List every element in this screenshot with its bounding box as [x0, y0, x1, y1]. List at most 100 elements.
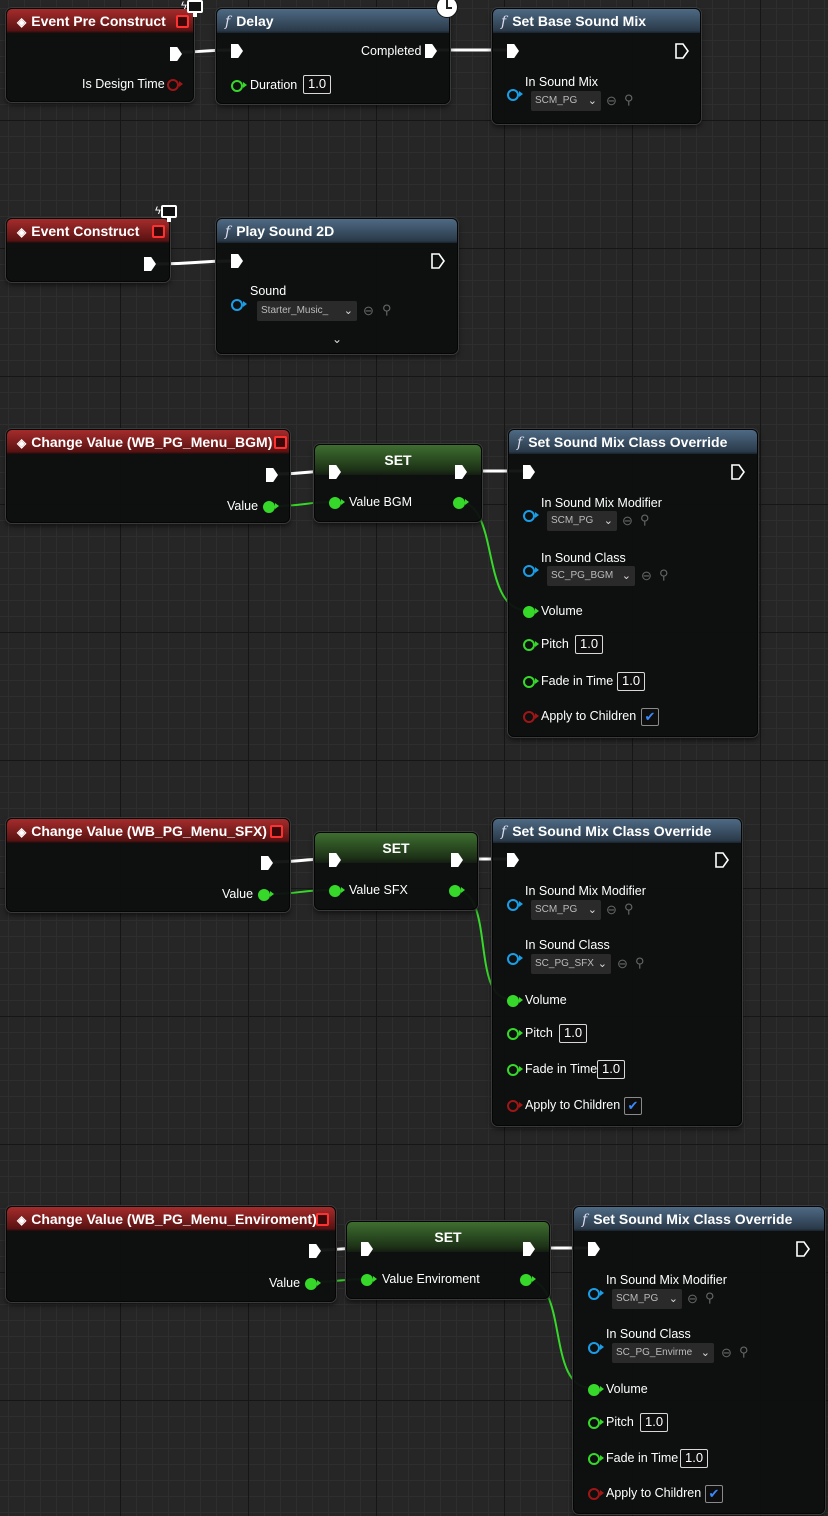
- search-icon[interactable]: ⚲: [624, 93, 634, 107]
- sound-mix-modifier-select[interactable]: SCM_PG ⌄: [612, 1289, 682, 1309]
- apply-to-children-checkbox[interactable]: ✔: [705, 1485, 723, 1503]
- delegate-square-icon[interactable]: [270, 825, 283, 838]
- exec-output-pin[interactable]: [261, 856, 273, 870]
- object-input-pin[interactable]: [523, 565, 535, 577]
- exec-output-pin[interactable]: [266, 468, 278, 482]
- float-output-pin[interactable]: [258, 889, 270, 901]
- set-sound-mix-class-override-node[interactable]: f Set Sound Mix Class Override In Sound M…: [508, 429, 758, 737]
- float-input-pin[interactable]: [329, 497, 341, 509]
- bool-input-pin[interactable]: [588, 1488, 600, 1500]
- fade-input[interactable]: 1.0: [617, 672, 646, 691]
- search-icon[interactable]: ⚲: [640, 513, 650, 527]
- set-sound-mix-class-override-node[interactable]: f Set Sound Mix Class Override In Sound M…: [573, 1206, 825, 1514]
- bool-output-pin[interactable]: [167, 79, 179, 91]
- search-icon[interactable]: ⚲: [705, 1291, 715, 1305]
- browse-arrow-icon[interactable]: ⊖: [606, 94, 617, 108]
- float-input-pin[interactable]: [588, 1417, 600, 1429]
- sound-select[interactable]: Starter_Music_ ⌄: [257, 301, 357, 321]
- browse-arrow-icon[interactable]: ⊖: [687, 1292, 698, 1306]
- float-input-pin[interactable]: [507, 1064, 519, 1076]
- change-value-event-node[interactable]: ◈ Change Value (WB_PG_Menu_SFX) Value: [6, 818, 290, 912]
- exec-output-pin[interactable]: [715, 852, 729, 868]
- float-output-pin[interactable]: [263, 501, 275, 513]
- search-icon[interactable]: ⚲: [659, 568, 669, 582]
- exec-input-pin[interactable]: [231, 44, 243, 58]
- change-value-event-node[interactable]: ◈ Change Value (WB_PG_Menu_BGM) Value: [6, 429, 290, 523]
- search-icon[interactable]: ⚲: [382, 303, 392, 317]
- exec-output-pin[interactable]: [431, 253, 445, 269]
- object-input-pin[interactable]: [507, 89, 519, 101]
- float-input-pin[interactable]: [507, 1028, 519, 1040]
- delegate-square-icon[interactable]: [274, 436, 287, 449]
- sound-class-select[interactable]: SC_PG_BGM ⌄: [547, 566, 635, 586]
- duration-input[interactable]: 1.0: [303, 75, 332, 94]
- event-pre-construct-node[interactable]: ◈ Event Pre Construct Is Design Time: [6, 8, 194, 102]
- browse-arrow-icon[interactable]: ⊖: [721, 1346, 732, 1360]
- bool-input-pin[interactable]: [507, 1100, 519, 1112]
- browse-arrow-icon[interactable]: ⊖: [622, 514, 633, 528]
- set-variable-node[interactable]: SET Value Enviroment: [346, 1221, 550, 1299]
- object-input-pin[interactable]: [588, 1342, 600, 1354]
- change-value-event-node[interactable]: ◈ Change Value (WB_PG_Menu_Enviroment) Va…: [6, 1206, 336, 1302]
- float-output-pin[interactable]: [449, 885, 461, 897]
- search-icon[interactable]: ⚲: [739, 1345, 749, 1359]
- float-input-pin[interactable]: [231, 80, 243, 92]
- pitch-input[interactable]: 1.0: [559, 1024, 588, 1043]
- set-sound-mix-class-override-node[interactable]: f Set Sound Mix Class Override In Sound M…: [492, 818, 742, 1126]
- sound-mix-modifier-select[interactable]: SCM_PG ⌄: [531, 900, 601, 920]
- play-sound-2d-node[interactable]: f Play Sound 2D Sound Starter_Music_ ⌄ ⊖ ⚲…: [216, 218, 458, 354]
- object-input-pin[interactable]: [523, 510, 535, 522]
- float-input-pin[interactable]: [588, 1384, 600, 1396]
- sound-class-select[interactable]: SC_PG_Envirme ⌄: [612, 1343, 714, 1363]
- delay-node[interactable]: f Delay Completed Duration 1.0: [216, 8, 450, 104]
- object-input-pin[interactable]: [588, 1288, 600, 1300]
- delegate-square-icon[interactable]: [152, 225, 165, 238]
- browse-arrow-icon[interactable]: ⊖: [617, 957, 628, 971]
- expand-chevron-icon[interactable]: ⌄: [332, 332, 342, 346]
- search-icon[interactable]: ⚲: [624, 902, 634, 916]
- pitch-input[interactable]: 1.0: [640, 1413, 669, 1432]
- object-input-pin[interactable]: [507, 953, 519, 965]
- exec-output-pin[interactable]: [796, 1241, 810, 1257]
- set-variable-node[interactable]: SET Value BGM: [314, 444, 482, 522]
- float-input-pin[interactable]: [588, 1453, 600, 1465]
- bool-input-pin[interactable]: [523, 711, 535, 723]
- exec-input-pin[interactable]: [588, 1242, 600, 1256]
- float-output-pin[interactable]: [453, 497, 465, 509]
- search-icon[interactable]: ⚲: [635, 956, 645, 970]
- exec-output-pin[interactable]: [170, 47, 182, 61]
- float-output-pin[interactable]: [520, 1274, 532, 1286]
- float-input-pin[interactable]: [507, 995, 519, 1007]
- float-input-pin[interactable]: [361, 1274, 373, 1286]
- exec-output-pin[interactable]: [675, 43, 689, 59]
- browse-arrow-icon[interactable]: ⊖: [363, 304, 374, 318]
- float-output-pin[interactable]: [305, 1278, 317, 1290]
- fade-input[interactable]: 1.0: [680, 1449, 709, 1468]
- delegate-square-icon[interactable]: [316, 1213, 329, 1226]
- browse-arrow-icon[interactable]: ⊖: [641, 569, 652, 583]
- exec-input-pin[interactable]: [523, 465, 535, 479]
- float-input-pin[interactable]: [329, 885, 341, 897]
- exec-output-pin[interactable]: [425, 44, 437, 58]
- set-base-sound-mix-node[interactable]: f Set Base Sound Mix In Sound Mix SCM_PG ⌄…: [492, 8, 701, 124]
- set-variable-node[interactable]: SET Value SFX: [314, 832, 478, 910]
- exec-input-pin[interactable]: [231, 254, 243, 268]
- float-input-pin[interactable]: [523, 639, 535, 651]
- event-construct-node[interactable]: ◈ Event Construct: [6, 218, 170, 282]
- sound-class-select[interactable]: SC_PG_SFX ⌄: [531, 954, 611, 974]
- exec-output-pin[interactable]: [144, 257, 156, 271]
- exec-output-pin[interactable]: [309, 1244, 321, 1258]
- pitch-input[interactable]: 1.0: [575, 635, 604, 654]
- object-input-pin[interactable]: [231, 299, 243, 311]
- apply-to-children-checkbox[interactable]: ✔: [641, 708, 659, 726]
- exec-output-pin[interactable]: [731, 464, 745, 480]
- browse-arrow-icon[interactable]: ⊖: [606, 903, 617, 917]
- float-input-pin[interactable]: [523, 606, 535, 618]
- object-input-pin[interactable]: [507, 899, 519, 911]
- fade-input[interactable]: 1.0: [597, 1060, 626, 1079]
- exec-input-pin[interactable]: [507, 853, 519, 867]
- apply-to-children-checkbox[interactable]: ✔: [624, 1097, 642, 1115]
- float-input-pin[interactable]: [523, 676, 535, 688]
- exec-input-pin[interactable]: [507, 44, 519, 58]
- sound-mix-modifier-select[interactable]: SCM_PG ⌄: [547, 511, 617, 531]
